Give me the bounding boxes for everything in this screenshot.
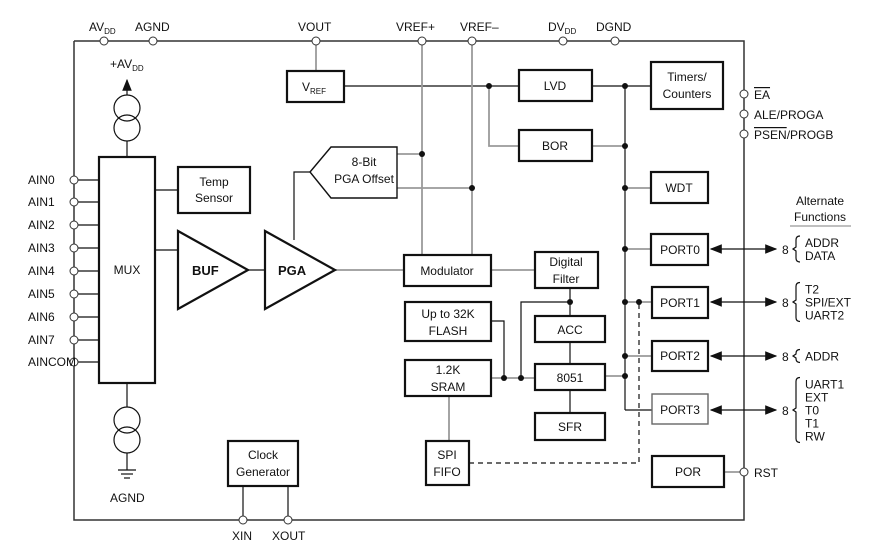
pga-label: PGA <box>278 263 307 278</box>
port1-brace <box>791 281 801 323</box>
pin-xin-terminal <box>238 515 248 525</box>
analog-input-pins: AIN0 AIN1 AIN2 AIN3 AIN4 AIN5 AIN6 AIN7 AINCOM <box>28 173 99 369</box>
wdt-label: WDT <box>665 181 693 195</box>
current-source-bottom <box>113 406 141 454</box>
ain-label: AINCOM <box>28 355 76 369</box>
ain-label: AIN6 <box>28 310 55 324</box>
lvd-label: LVD <box>544 79 567 93</box>
port3-alt-function: EXT <box>805 391 829 405</box>
port0-bus-width: 8 <box>782 243 789 257</box>
pin-vref-minus: VREF– <box>460 20 499 34</box>
port1-alt-function: UART2 <box>805 309 844 323</box>
agnd-ground-label: AGND <box>110 491 145 505</box>
ain-label: AIN5 <box>28 287 55 301</box>
pin-rst-terminal <box>739 467 749 477</box>
port3-alt-function: T1 <box>805 417 819 431</box>
sfr-label: SFR <box>558 420 582 434</box>
port0-brace <box>791 235 801 263</box>
avdd-supply-label: +AVDD <box>110 57 144 73</box>
port1-bus-width: 8 <box>782 296 789 310</box>
pin-agnd: AGND <box>135 20 170 34</box>
ain-label: AIN3 <box>28 241 55 255</box>
port0-alt-function: DATA <box>805 249 835 263</box>
ain-terminal <box>69 335 79 345</box>
pin-vout: VOUT <box>298 20 332 34</box>
port3-bus-width: 8 <box>782 404 789 418</box>
current-source-top <box>113 94 141 142</box>
alternate-functions-heading: Alternate Functions <box>794 194 846 224</box>
ain-terminal <box>69 220 79 230</box>
port1-alt-function: SPI/EXT <box>805 296 852 310</box>
bor-label: BOR <box>542 139 568 153</box>
por-label: POR <box>675 465 701 479</box>
port0-alt-function: ADDR <box>805 236 839 250</box>
pin-avdd: AVDD <box>89 20 116 36</box>
port1-alt-function: T2 <box>805 283 819 297</box>
port2-alt-function: ADDR <box>805 350 839 364</box>
temp-sensor-block <box>176 165 252 215</box>
ain-label: AIN2 <box>28 218 55 232</box>
port2-bus-width: 8 <box>782 350 789 364</box>
block-diagram: +AVDD AGND AVDD AGND VOUT VREF+ VREF– DV… <box>28 20 852 543</box>
ain-label: AIN4 <box>28 264 55 278</box>
port3-label: PORT3 <box>660 403 700 417</box>
pin-dgnd: DGND <box>596 20 632 34</box>
ain-terminal <box>69 197 79 207</box>
ain-terminal <box>69 175 79 185</box>
alternate-function-groups: 8 ADDRDATA8T2SPI/EXTUART28 ADDR8UART1EXTT0… <box>709 235 852 444</box>
ain-terminal <box>69 243 79 253</box>
buf-label: BUF <box>192 263 219 278</box>
ain-terminal <box>69 312 79 322</box>
pin-psen-progb: PSEN/PROGB <box>754 128 833 142</box>
port2-label: PORT2 <box>660 349 700 363</box>
port3-alt-function: T0 <box>805 404 819 418</box>
pin-ale-terminal <box>739 109 749 119</box>
ain-label: AIN1 <box>28 195 55 209</box>
port3-brace <box>791 376 801 444</box>
pin-xout: XOUT <box>272 529 306 543</box>
port2-brace <box>791 348 801 364</box>
mux-label: MUX <box>114 263 141 277</box>
pin-xout-terminal <box>283 515 293 525</box>
ain-terminal <box>69 289 79 299</box>
pin-psen-terminal <box>739 129 749 139</box>
ain-label: AIN7 <box>28 333 55 347</box>
pin-rst: RST <box>754 466 779 480</box>
cpu-8051-label: 8051 <box>557 371 584 385</box>
pin-dvdd: DVDD <box>548 20 576 36</box>
pin-vref-plus: VREF+ <box>396 20 435 34</box>
acc-label: ACC <box>557 323 583 337</box>
port3-alt-function: RW <box>805 430 825 444</box>
port0-label: PORT0 <box>660 243 700 257</box>
pin-ale-proga: ALE/PROGA <box>754 108 823 122</box>
ain-terminal <box>69 266 79 276</box>
port3-alt-function: UART1 <box>805 378 844 392</box>
port1-label: PORT1 <box>660 296 700 310</box>
modulator-label: Modulator <box>420 264 473 278</box>
ain-label: AIN0 <box>28 173 55 187</box>
pin-ea-terminal <box>739 89 749 99</box>
pin-xin: XIN <box>232 529 252 543</box>
pin-ea: EA <box>754 88 770 102</box>
